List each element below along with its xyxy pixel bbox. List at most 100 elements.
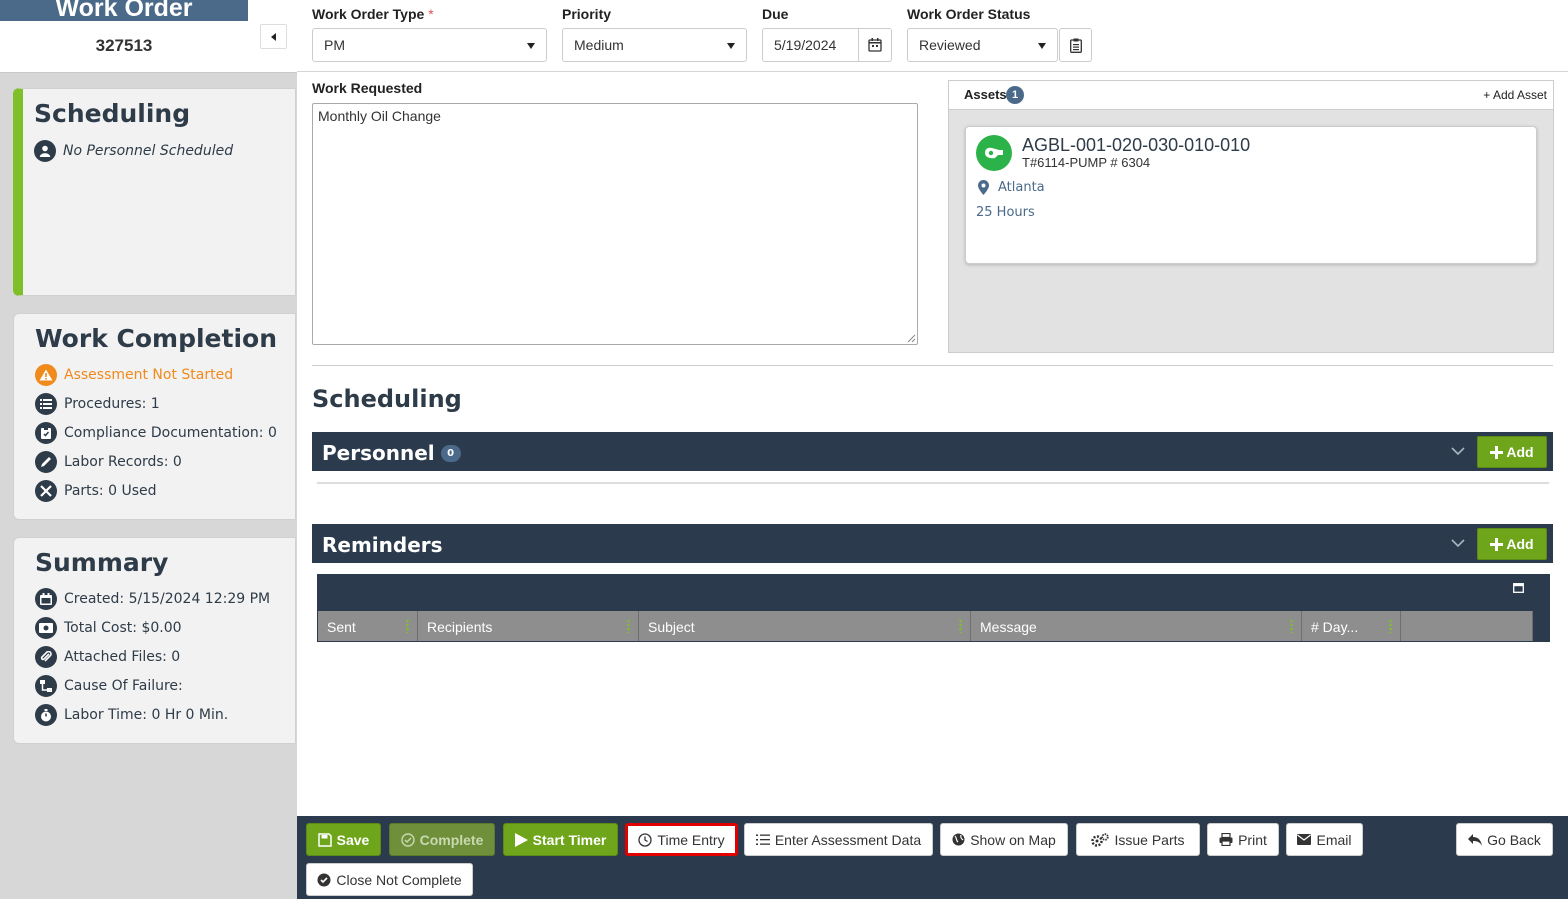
chevron-down-icon[interactable]: [1451, 536, 1465, 550]
save-button[interactable]: Save: [306, 823, 381, 856]
close-not-complete-button[interactable]: Close Not Complete: [306, 863, 473, 896]
chevron-down-icon[interactable]: [1451, 444, 1465, 458]
asset-location-row: Atlanta: [978, 180, 1045, 195]
complete-button[interactable]: Complete: [389, 823, 495, 856]
personnel-status-text: No Personnel Scheduled: [63, 143, 234, 159]
column-menu-icon[interactable]: [1389, 619, 1392, 633]
assets-panel: Assets 1 + Add Asset AGBL-001-020-030-01…: [948, 80, 1554, 353]
status-select[interactable]: Reviewed: [907, 28, 1058, 62]
scheduling-section-title: Scheduling: [312, 385, 462, 413]
parts-row: Parts: 0 Used: [35, 480, 157, 502]
collapse-sidebar-button[interactable]: [260, 24, 287, 49]
column-menu-icon[interactable]: [627, 619, 630, 633]
add-personnel-button[interactable]: Add: [1477, 436, 1547, 468]
calendar-icon: [868, 38, 882, 52]
asset-location: Atlanta: [998, 180, 1045, 195]
divider: [312, 365, 1553, 366]
work-order-type-select[interactable]: PM: [312, 28, 547, 62]
enter-assessment-button[interactable]: Enter Assessment Data: [744, 823, 933, 856]
asset-code[interactable]: AGBL-001-020-030-010-010: [1022, 135, 1250, 156]
assets-count-badge: 1: [1006, 86, 1024, 104]
labor-time-row: Labor Time: 0 Hr 0 Min.: [35, 704, 228, 726]
column-menu-icon[interactable]: [406, 619, 409, 633]
print-button[interactable]: Print: [1207, 823, 1279, 856]
work-completion-title: Work Completion: [35, 324, 278, 353]
go-back-button[interactable]: Go Back: [1456, 823, 1553, 856]
status-value: Reviewed: [919, 37, 981, 53]
due-date-input[interactable]: 5/19/2024: [762, 28, 892, 62]
add-personnel-label: Add: [1506, 444, 1534, 460]
due-label: Due: [762, 6, 789, 22]
assessment-status-text: Assessment Not Started: [64, 367, 234, 383]
total-cost-text: Total Cost: $0.00: [64, 620, 182, 636]
summary-card[interactable]: Summary Created: 5/15/2024 12:29 PM Tota…: [13, 537, 296, 744]
add-reminder-label: Add: [1506, 536, 1534, 552]
created-text: Created: 5/15/2024 12:29 PM: [64, 591, 271, 607]
column-header-actions: [1401, 611, 1533, 641]
resize-handle-icon[interactable]: [907, 334, 916, 343]
maximize-icon[interactable]: [1513, 583, 1524, 593]
column-header-sent[interactable]: Sent: [318, 611, 418, 641]
check-circle-icon: [317, 873, 331, 886]
column-header-subject[interactable]: Subject: [639, 611, 971, 641]
tools-icon: [35, 480, 57, 502]
work-order-title: Work Order: [0, 0, 248, 21]
cogs-icon: [1091, 832, 1110, 847]
cause-of-failure-row: Cause Of Failure:: [35, 675, 183, 697]
main-content: Work Order Type * PM Priority Medium Due…: [297, 0, 1568, 816]
issue-parts-button[interactable]: Issue Parts: [1076, 823, 1200, 856]
column-menu-icon[interactable]: [959, 619, 962, 633]
show-on-map-button[interactable]: Show on Map: [940, 823, 1068, 856]
reminders-grid-header: Sent Recipients Subject Message # Day...: [318, 611, 1533, 641]
work-order-number: 327513: [95, 36, 153, 55]
asset-status-icon: [976, 135, 1012, 171]
start-timer-button[interactable]: Start Timer: [503, 823, 618, 856]
money-icon: [35, 617, 57, 639]
sitemap-icon: [35, 675, 57, 697]
add-asset-link[interactable]: + Add Asset: [1483, 88, 1547, 102]
column-header-message[interactable]: Message: [971, 611, 1302, 641]
clipboard-check-icon: [35, 422, 57, 444]
column-header-recipients[interactable]: Recipients: [418, 611, 639, 641]
column-header-days[interactable]: # Day...: [1302, 611, 1401, 641]
warning-icon: [35, 364, 57, 386]
asset-hours: 25 Hours: [976, 205, 1035, 220]
column-menu-icon[interactable]: [1290, 619, 1293, 633]
scheduling-card[interactable]: Scheduling No Personnel Scheduled: [13, 88, 296, 296]
calendar-icon: [35, 588, 57, 610]
labor-time-text: Labor Time: 0 Hr 0 Min.: [64, 707, 229, 723]
reminders-grid: Sent Recipients Subject Message # Day...: [317, 574, 1550, 642]
personnel-count-badge: 0: [440, 444, 461, 462]
check-circle-icon: [400, 832, 415, 847]
reminders-bar[interactable]: Reminders Add: [312, 524, 1553, 563]
caret-down-icon: [1038, 43, 1046, 49]
assets-header: Assets 1 + Add Asset: [949, 81, 1553, 110]
email-button[interactable]: Email: [1286, 823, 1363, 856]
labor-row: Labor Records: 0: [35, 451, 182, 473]
envelope-icon: [1297, 834, 1312, 845]
add-reminder-button[interactable]: Add: [1477, 528, 1547, 560]
asset-card[interactable]: AGBL-001-020-030-010-010 T#6114-PUMP # 6…: [965, 126, 1537, 264]
list-ol-icon: [755, 834, 770, 845]
work-completion-card[interactable]: Work Completion Assessment Not Started P…: [13, 313, 296, 520]
priority-select[interactable]: Medium: [562, 28, 747, 62]
created-row: Created: 5/15/2024 12:29 PM: [35, 588, 270, 610]
time-entry-button[interactable]: Time Entry: [625, 823, 738, 856]
personnel-bar[interactable]: Personnel 0 Add: [312, 432, 1553, 471]
due-date-value: 5/19/2024: [774, 37, 837, 53]
work-order-type-label: Work Order Type *: [312, 6, 434, 22]
personnel-divider: [317, 482, 1549, 484]
sidebar: Work Order 327513 Scheduling No Personne…: [0, 0, 297, 899]
calendar-picker-button[interactable]: [858, 29, 891, 61]
work-requested-textarea[interactable]: Monthly Oil Change: [312, 103, 918, 345]
status-history-button[interactable]: [1059, 28, 1092, 62]
compliance-row: Compliance Documentation: 0: [35, 422, 277, 444]
work-requested-label: Work Requested: [312, 80, 423, 96]
attached-files-text: Attached Files: 0: [64, 649, 181, 665]
print-icon: [1219, 833, 1233, 846]
play-icon: [514, 832, 528, 847]
personnel-status-row: No Personnel Scheduled: [34, 140, 233, 162]
clock-icon: [638, 832, 653, 847]
caret-down-icon: [727, 43, 735, 49]
bottom-toolbar: Save Complete Start Timer Time Entry Ent…: [297, 816, 1568, 899]
